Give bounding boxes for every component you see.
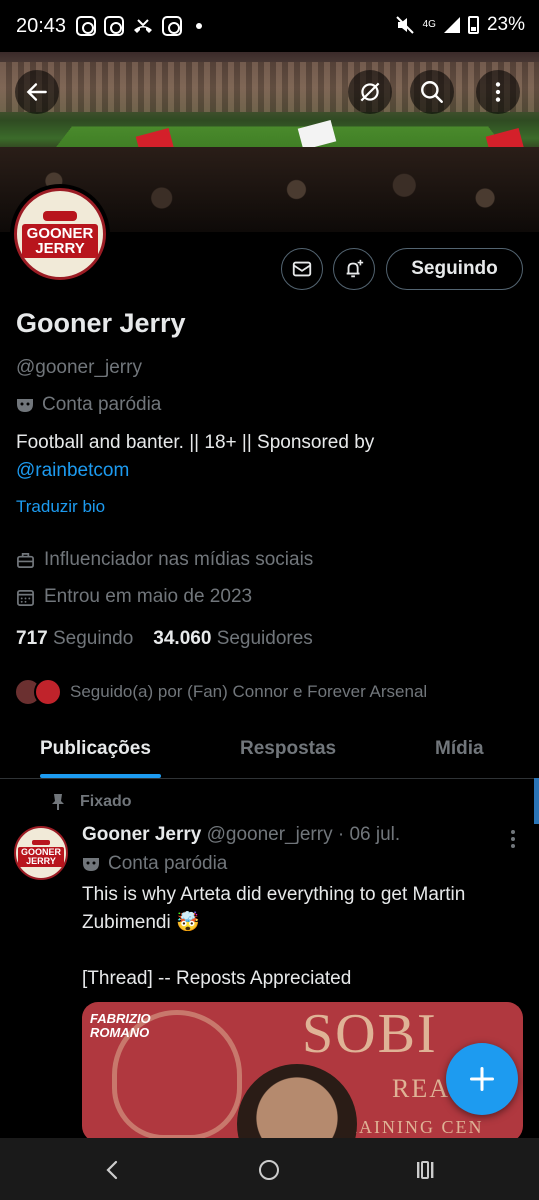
bell-plus-icon	[346, 259, 364, 278]
cannon-icon	[43, 210, 77, 221]
mask-icon	[83, 858, 99, 871]
instagram-icon	[104, 16, 124, 36]
avatar-logo-text: GOONER JERRY	[21, 223, 99, 258]
nav-back-button[interactable]	[100, 1157, 126, 1183]
notifications-button[interactable]	[333, 248, 375, 290]
scrollbar[interactable]	[534, 778, 539, 824]
missed-call-icon	[134, 19, 152, 33]
tab-indicator	[40, 774, 161, 778]
bio-link[interactable]: @rainbetcom	[16, 457, 526, 485]
post-more-button[interactable]	[504, 828, 522, 850]
mask-icon	[17, 399, 33, 412]
post-date[interactable]: 06 jul.	[349, 824, 400, 845]
following-count-link[interactable]: 717 Seguindo	[16, 628, 133, 650]
follow-counts: 717 Seguindo 34.060 Seguidores	[16, 628, 313, 650]
profile-category: Influenciador nas mídias sociais	[16, 549, 313, 571]
battery-level: 23%	[486, 14, 525, 35]
post-text: This is why Arteta did everything to get…	[82, 884, 466, 989]
profile-tabs: Publicações Respostas Mídia	[0, 722, 539, 779]
more-vertical-icon	[495, 82, 501, 102]
status-bar: 20:43 4G 23%	[0, 0, 539, 52]
post-header: Gooner Jerry @gooner_jerry · 06 jul.	[82, 824, 400, 846]
translate-bio-link[interactable]: Traduzir bio	[16, 497, 105, 517]
network-type: 4G	[422, 19, 436, 30]
plus-icon	[469, 1066, 495, 1092]
post-author-name[interactable]: Gooner Jerry	[82, 824, 201, 845]
back-button[interactable]	[15, 70, 59, 114]
translate-button[interactable]	[348, 70, 392, 114]
pinned-label: Fixado	[50, 793, 132, 811]
search-icon	[421, 81, 443, 103]
instagram-icon	[162, 16, 182, 36]
chevron-left-icon	[106, 1160, 118, 1180]
following-button[interactable]: Seguindo	[386, 248, 523, 290]
arrow-left-icon	[26, 83, 47, 101]
notification-icons	[76, 16, 202, 36]
envelope-icon	[292, 261, 312, 277]
calendar-icon	[17, 589, 34, 606]
profile-bio: Football and banter. || 18+ || Sponsored…	[16, 429, 526, 485]
status-time: 20:43	[16, 15, 67, 37]
pin-icon	[52, 794, 64, 810]
tab-posts[interactable]: Publicações	[40, 738, 151, 760]
message-button[interactable]	[281, 248, 323, 290]
search-button[interactable]	[410, 70, 454, 114]
compose-button[interactable]	[446, 1043, 518, 1115]
nav-home-button[interactable]	[256, 1157, 282, 1183]
post-author-avatar[interactable]: GOONER JERRY	[14, 826, 68, 880]
post-author-handle[interactable]: @gooner_jerry	[207, 824, 333, 845]
more-button[interactable]	[476, 70, 520, 114]
signal-icon	[443, 17, 460, 33]
battery-icon	[467, 16, 479, 34]
more-notifications-dot	[196, 23, 202, 29]
mute-icon	[395, 16, 414, 34]
followers-count-link[interactable]: 34.060 Seguidores	[153, 628, 313, 650]
player-photo	[237, 1064, 357, 1142]
profile-name: Gooner Jerry	[16, 308, 186, 338]
profile-joined: Entrou em maio de 2023	[16, 586, 252, 608]
cannon-icon	[32, 839, 50, 845]
system-nav-bar	[0, 1138, 539, 1200]
followed-by[interactable]: Seguido(a) por (Fan) Connor e Forever Ar…	[14, 678, 427, 706]
image-credit: FABRIZIO ROMANO	[90, 1011, 151, 1040]
tab-replies[interactable]: Respostas	[240, 738, 336, 760]
instagram-icon	[76, 16, 96, 36]
nav-recents-button[interactable]	[412, 1157, 438, 1183]
profile-avatar[interactable]: GOONER JERRY	[10, 184, 110, 284]
home-circle-icon	[259, 1160, 279, 1180]
separator: ·	[337, 824, 345, 845]
recents-icon	[417, 1161, 434, 1179]
tab-media[interactable]: Mídia	[435, 738, 484, 760]
no-translate-icon	[360, 82, 380, 102]
briefcase-icon	[17, 552, 34, 568]
post-parody-label: Conta paródia	[82, 853, 227, 875]
avatar	[34, 678, 62, 706]
parody-label: Conta paródia	[16, 394, 161, 416]
banner-stands	[0, 62, 539, 112]
profile-handle: @gooner_jerry	[16, 357, 142, 378]
